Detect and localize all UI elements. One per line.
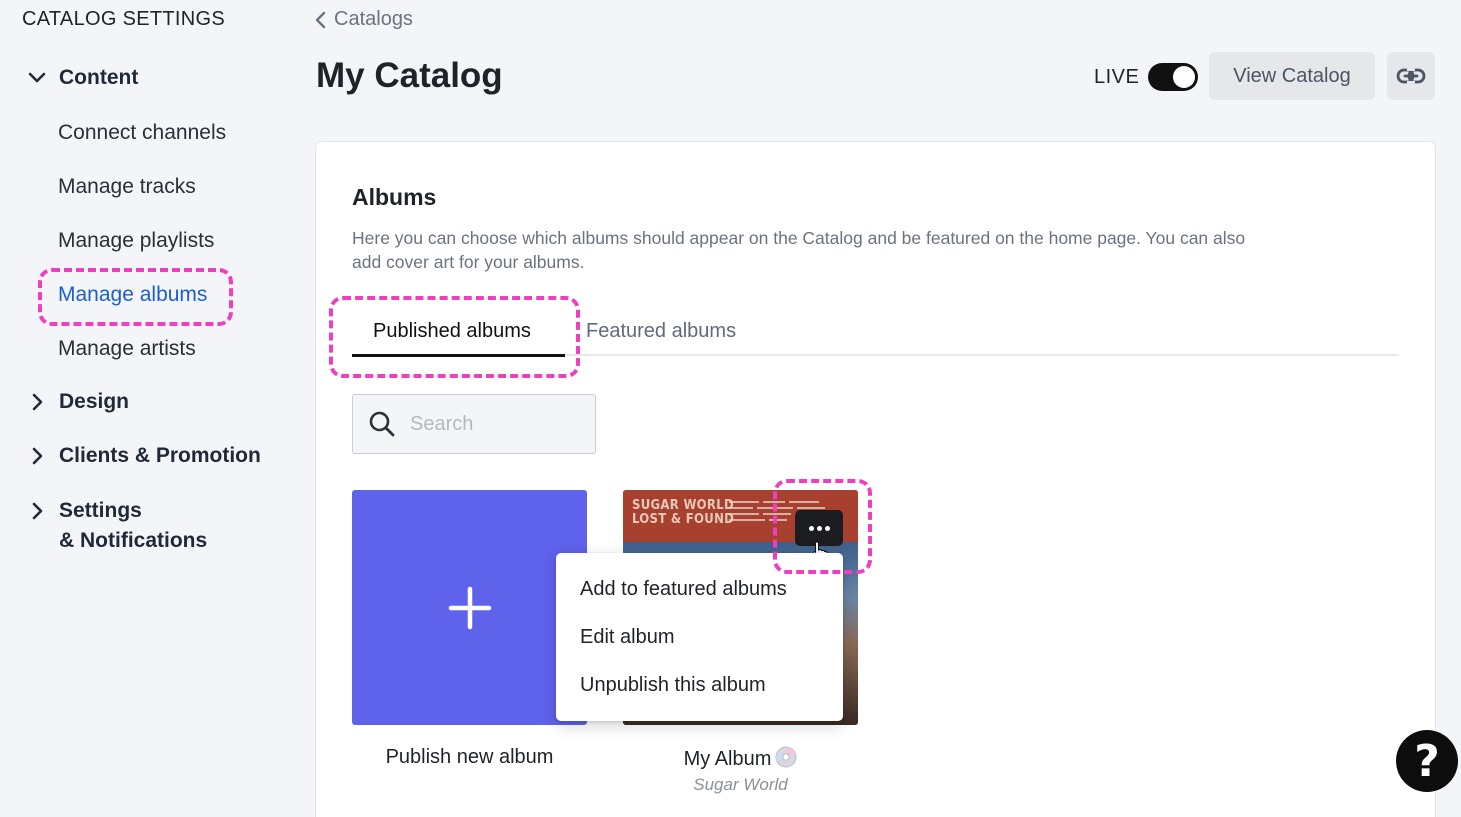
cover-title: SUGAR WORLD LOST & FOUND xyxy=(632,499,734,527)
sidebar-item-manage-albums[interactable]: Manage albums xyxy=(58,283,207,307)
sidebar-section-label: Settings & Notifications xyxy=(59,496,207,556)
chevron-right-icon xyxy=(32,502,43,520)
catalog-settings-page: CATALOG SETTINGS Content Connect channel… xyxy=(0,0,1461,817)
view-catalog-button[interactable]: View Catalog xyxy=(1209,52,1375,100)
sidebar-item-connect-channels[interactable]: Connect channels xyxy=(58,121,226,145)
sidebar-section-label-line1: Settings xyxy=(59,499,142,522)
album-artist: Sugar World xyxy=(693,775,788,794)
breadcrumb-catalogs-link[interactable]: Catalogs xyxy=(334,8,413,31)
album-context-menu: Add to featured albums Edit album Unpubl… xyxy=(556,553,843,721)
search-icon xyxy=(369,411,395,437)
menu-item-edit-album[interactable]: Edit album xyxy=(580,626,675,649)
chevron-left-icon xyxy=(315,11,326,28)
live-toggle[interactable] xyxy=(1148,63,1198,91)
sidebar-heading: CATALOG SETTINGS xyxy=(22,8,225,30)
plus-icon xyxy=(448,586,491,629)
copy-link-button[interactable] xyxy=(1387,52,1435,100)
cover-title-line2: LOST & FOUND xyxy=(632,512,735,527)
tab-featured-albums[interactable]: Featured albums xyxy=(586,320,736,343)
sidebar-section-label: Clients & Promotion xyxy=(59,444,261,467)
chevron-down-icon xyxy=(28,72,46,83)
breadcrumb[interactable]: Catalogs xyxy=(314,8,413,31)
album-title: My Album xyxy=(683,748,772,770)
sidebar-section-content[interactable]: Content xyxy=(28,66,138,90)
help-button[interactable]: ? xyxy=(1396,730,1458,792)
page-title: My Catalog xyxy=(316,56,503,95)
sidebar-section-settings-notifications[interactable]: Settings & Notifications xyxy=(28,496,207,556)
chevron-right-icon xyxy=(32,393,43,411)
sidebar-section-design[interactable]: Design xyxy=(28,390,129,414)
link-icon xyxy=(1396,68,1426,84)
active-tab-underline xyxy=(352,354,565,357)
albums-description: Here you can choose which albums should … xyxy=(352,228,1246,272)
search-box[interactable] xyxy=(352,394,596,454)
sidebar-section-label: Content xyxy=(59,66,139,89)
search-input[interactable] xyxy=(410,412,580,436)
sidebar-section-label-line2: & Notifications xyxy=(59,529,208,552)
albums-title: Albums xyxy=(352,184,437,210)
cover-title-line1: SUGAR WORLD xyxy=(632,498,734,513)
publish-new-album-tile[interactable] xyxy=(352,490,587,725)
menu-item-unpublish-album[interactable]: Unpublish this album xyxy=(580,674,766,697)
more-dot xyxy=(808,525,814,531)
cd-icon xyxy=(775,746,797,768)
toggle-knob xyxy=(1173,66,1195,88)
sidebar-item-manage-playlists[interactable]: Manage playlists xyxy=(58,229,214,253)
more-dot xyxy=(824,525,830,531)
menu-item-add-to-featured[interactable]: Add to featured albums xyxy=(580,578,787,601)
chevron-right-icon xyxy=(32,447,43,465)
tab-published-albums[interactable]: Published albums xyxy=(373,320,531,343)
sidebar-section-clients-promotion[interactable]: Clients & Promotion xyxy=(28,444,261,468)
publish-new-album-caption: Publish new album xyxy=(385,746,554,768)
live-label: LIVE xyxy=(1094,66,1140,88)
more-dot xyxy=(816,525,822,531)
sidebar-section-label: Design xyxy=(59,390,130,413)
sidebar-item-manage-tracks[interactable]: Manage tracks xyxy=(58,175,196,199)
sidebar-item-manage-artists[interactable]: Manage artists xyxy=(58,337,196,361)
album-title-caption: My Album xyxy=(623,746,858,771)
